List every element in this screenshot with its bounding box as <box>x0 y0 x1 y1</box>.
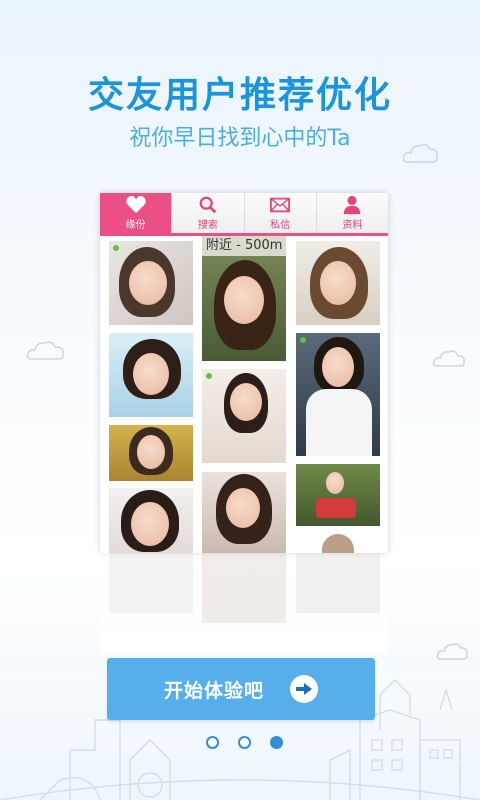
user-photo-grid: 附近 - 500m <box>100 236 388 553</box>
user-photo <box>296 464 380 526</box>
heart-icon <box>125 195 146 214</box>
tab-messages: 私信 <box>245 193 317 233</box>
distance-label: 附近 - 500m <box>200 236 289 256</box>
tab-search: 搜索 <box>172 193 245 233</box>
user-photo <box>296 241 380 325</box>
app-preview: 缘份 搜索 私信 资料 附近 - 500m <box>100 193 388 553</box>
start-button-label: 开始体验吧 <box>163 679 264 702</box>
search-icon <box>199 196 217 214</box>
preview-reflection <box>100 553 388 653</box>
cloud-icon <box>26 341 64 360</box>
tab-profile: 资料 <box>317 193 388 233</box>
tab-label: 缘份 <box>125 220 146 231</box>
user-photo <box>109 333 193 417</box>
user-photo <box>109 425 193 481</box>
page-indicator <box>206 736 283 749</box>
cloud-icon <box>432 350 465 367</box>
arrow-right-icon <box>290 675 318 703</box>
tab-label: 私信 <box>270 220 291 231</box>
page-dot[interactable] <box>238 736 251 749</box>
user-photo <box>202 369 286 463</box>
tab-label: 搜索 <box>197 220 218 231</box>
profile-icon <box>344 195 361 215</box>
page-dot-active[interactable] <box>270 736 283 749</box>
tab-yuanfen: 缘份 <box>100 193 173 233</box>
user-photo <box>202 472 286 553</box>
page-dot[interactable] <box>206 736 219 749</box>
user-photo <box>296 333 380 456</box>
page-subtitle: 祝你早日找到心中的Ta <box>129 126 351 151</box>
user-photo <box>322 534 354 553</box>
mail-icon <box>270 197 291 213</box>
user-photo <box>109 241 193 325</box>
start-button[interactable]: 开始体验吧 <box>107 658 375 720</box>
page-title: 交友用户推荐优化 <box>87 75 392 116</box>
tab-label: 资料 <box>342 220 363 231</box>
preview-tab-bar: 缘份 搜索 私信 资料 <box>100 193 388 236</box>
user-photo <box>109 488 193 553</box>
